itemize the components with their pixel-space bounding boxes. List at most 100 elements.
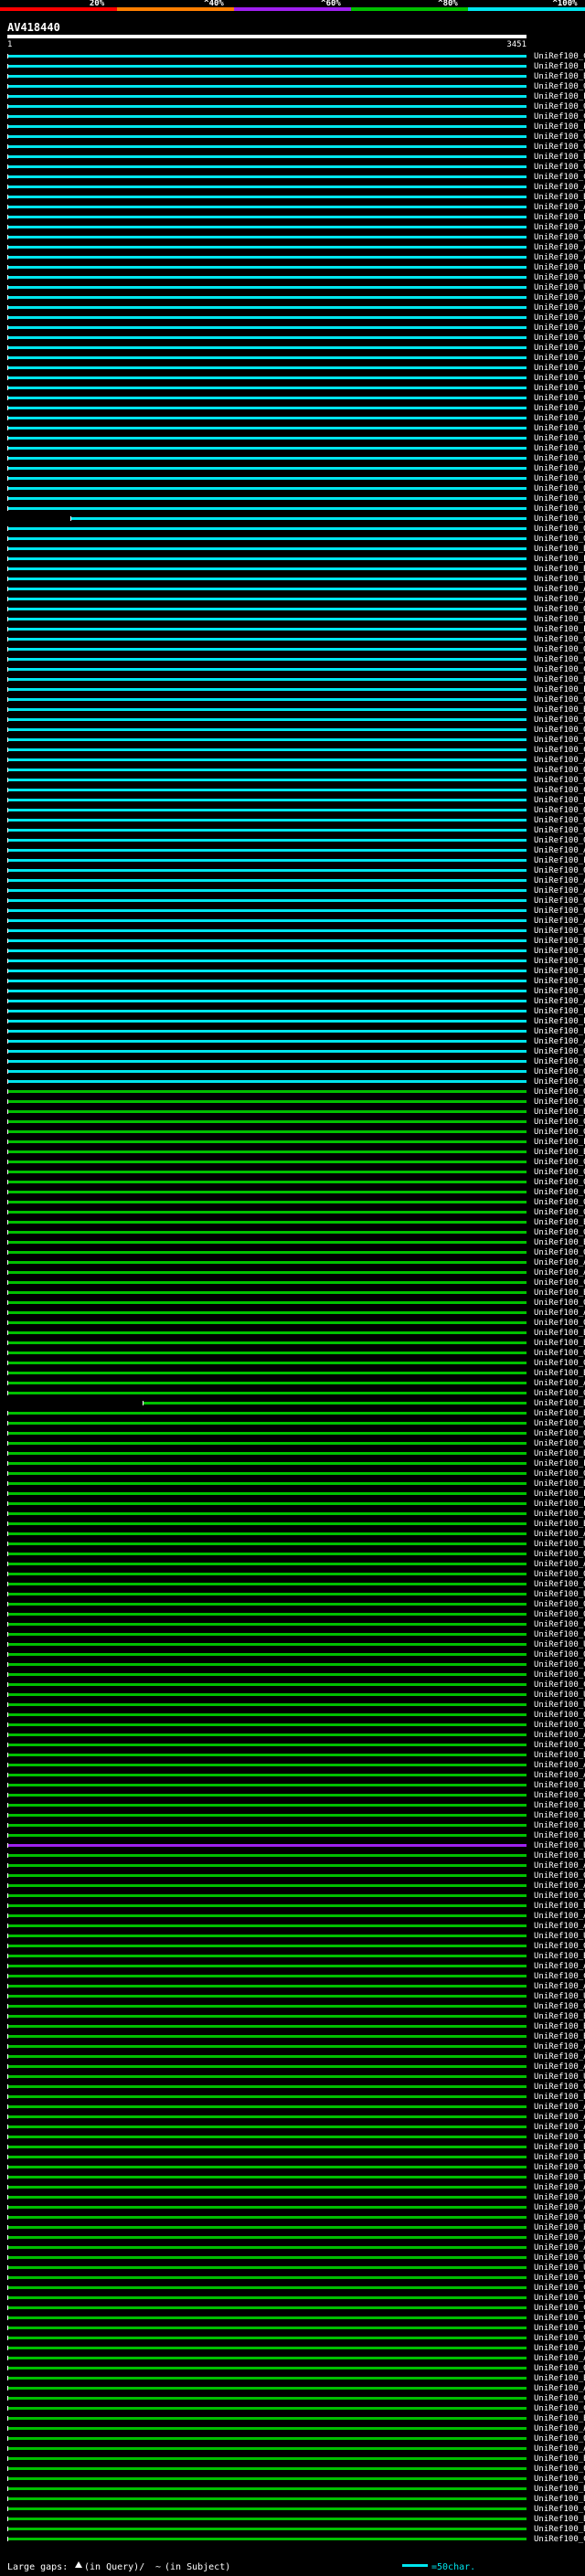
hit-start-tick [7, 768, 8, 772]
hit-start-tick [7, 597, 8, 601]
hit-label: UniRef100_Q8GNK3 [534, 716, 585, 725]
hit-bar [7, 799, 526, 801]
hit-bar [7, 2497, 526, 2500]
hit-start-tick [7, 1421, 8, 1426]
hit-start-tick [7, 1863, 8, 1868]
hit-start-tick [7, 1190, 8, 1194]
hit-start-tick [7, 938, 8, 943]
hit-start-tick [7, 1431, 8, 1436]
hit-start-tick [7, 1592, 8, 1596]
hit-label: UniRef100_A9PFQ3 [534, 253, 585, 262]
hit-start-tick [7, 1924, 8, 1928]
hit-bar [7, 889, 526, 892]
hit-label: UniRef100_Q5LPW0 [534, 143, 585, 152]
hit-start-tick [7, 1441, 8, 1446]
hit-label: UniRef100_Q8VMK8 [534, 1469, 585, 1479]
hit-start-tick [7, 2044, 8, 2049]
hit-bar [7, 1683, 526, 1686]
hit-start-tick [7, 2165, 8, 2169]
hit-bar [7, 809, 526, 811]
hit-start-tick [7, 1582, 8, 1586]
hit-label: UniRef100_A4S475 [534, 1037, 585, 1046]
hit-start-tick [7, 707, 8, 712]
hit-bar [7, 2236, 526, 2239]
hit-label: UniRef100_A8YLT2 [534, 1258, 585, 1267]
hit-label: UniRef100_C6PQB0 [534, 384, 585, 393]
hit-label: UniRef100_UPI000... [534, 1932, 585, 1941]
hit-start-tick [7, 1491, 8, 1496]
hit-start-tick [7, 446, 8, 451]
hit-start-tick [7, 1954, 8, 1958]
hit-start-tick [7, 1964, 8, 1968]
hit-label: UniRef100_B1W022 [534, 1811, 585, 1820]
hit-bar [7, 1100, 526, 1103]
hit-start-tick [7, 1059, 8, 1064]
hit-bar [7, 155, 526, 158]
hit-bar [7, 1030, 526, 1033]
hit-label: UniRef100_C7HHS5 [534, 2274, 585, 2283]
subject-gap-label: (in Subject) [165, 2562, 230, 2572]
hit-bar [7, 55, 526, 58]
hit-start-tick [7, 1351, 8, 1355]
hit-start-tick [7, 315, 8, 320]
hit-start-tick [7, 1049, 8, 1054]
hit-label: UniRef100_Q20FC2 [534, 896, 585, 906]
hit-label: UniRef100_C3K8B0 [534, 1630, 585, 1639]
hit-label: UniRef100_Q5GYH6 [534, 1057, 585, 1066]
hit-label: UniRef100_Q7VEJ0 [534, 1871, 585, 1881]
hit-bar [7, 1090, 526, 1093]
hit-label: UniRef100_C1MLM9 [534, 786, 585, 795]
hit-label: UniRef100_B0SB20 [534, 1751, 585, 1760]
hit-bar [7, 2055, 526, 2058]
query-gap-icon [75, 2561, 82, 2568]
hit-start-tick [7, 1270, 8, 1275]
hit-label: UniRef100_C7N5G3 [534, 1680, 585, 1690]
hit-start-tick [7, 406, 8, 410]
hit-label: UniRef100_P60505 [534, 1138, 585, 1147]
hit-bar [7, 2256, 526, 2259]
hit-start-tick [7, 2074, 8, 2079]
hit-bar [7, 1914, 526, 1917]
hit-bar [7, 256, 526, 259]
hit-label: UniRef100_A6VY57 [534, 1309, 585, 1318]
hit-bar [7, 1070, 526, 1073]
hit-label: UniRef100_C1MIF7 [534, 977, 585, 986]
hit-start-tick [7, 858, 8, 863]
hit-label: UniRef100_A5I3G7 [534, 2052, 585, 2062]
hit-bar [7, 1884, 526, 1887]
hit-label: UniRef100_Q20FB6 [534, 474, 585, 483]
hit-start-tick [7, 1773, 8, 1777]
hit-start-tick [7, 2064, 8, 2069]
hit-bar [7, 2306, 526, 2309]
hit-label: UniRef100_Q8ELW5 [534, 1128, 585, 1137]
hit-bar [7, 578, 526, 580]
hit-bar [7, 859, 526, 862]
hit-bar [7, 356, 526, 359]
hit-label: UniRef100_B9E6A7 [534, 2515, 585, 2524]
hit-bar [7, 1824, 526, 1827]
hit-start-tick [7, 1029, 8, 1034]
hit-bar [7, 1764, 526, 1766]
hit-start-tick [7, 868, 8, 873]
hit-start-tick [7, 2094, 8, 2099]
hit-label: UniRef100_B1I1G8 [534, 1952, 585, 1961]
hit-label: UniRef100_C6PQB6 [534, 746, 585, 755]
hit-start-tick [7, 175, 8, 179]
hit-bar [7, 437, 526, 440]
hit-label: UniRef100_Q1MVN0 [534, 816, 585, 825]
hit-start-tick [7, 1230, 8, 1235]
hit-label: UniRef100_Q8VX57 [534, 766, 585, 775]
hit-label: UniRef100_Q8VNU0 [534, 1299, 585, 1308]
hit-bar [7, 2518, 526, 2520]
hit-bar [7, 2095, 526, 2098]
hit-label: UniRef100_Q9NG10 [534, 2364, 585, 2373]
hit-start-tick [7, 2175, 8, 2179]
hit-start-tick [7, 1682, 8, 1687]
hit-start-tick [7, 2185, 8, 2189]
hit-start-tick [7, 1984, 8, 1988]
hit-start-tick [7, 546, 8, 551]
hit-start-tick [7, 2366, 8, 2370]
hit-label: UniRef100_A9S6V6 [534, 364, 585, 373]
hit-label: UniRef100_B9RSR3 [534, 545, 585, 554]
hit-bar [7, 2025, 526, 2028]
